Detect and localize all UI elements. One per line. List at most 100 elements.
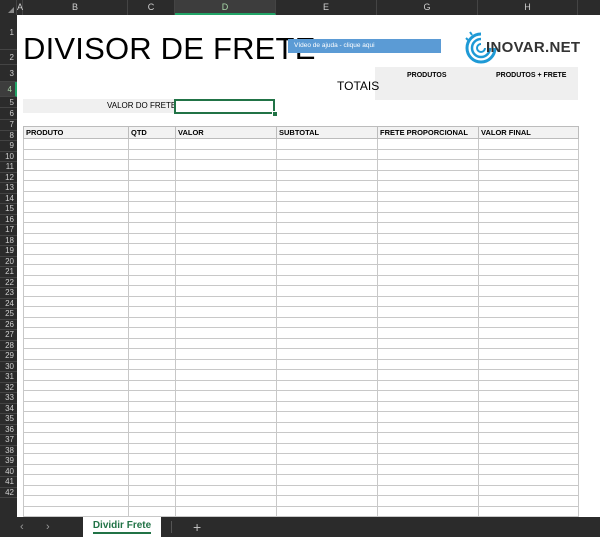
table-cell[interactable] (478, 253, 579, 265)
table-cell[interactable] (23, 264, 129, 276)
table-cell[interactable] (128, 337, 176, 349)
table-cell[interactable] (377, 148, 479, 160)
table-cell[interactable] (276, 442, 378, 454)
table-cell[interactable] (377, 379, 479, 391)
row-header-18[interactable]: 18 (0, 236, 17, 246)
table-cell[interactable] (23, 411, 129, 423)
table-cell[interactable] (377, 159, 479, 171)
table-cell[interactable] (478, 495, 579, 507)
table-cell[interactable] (175, 211, 277, 223)
table-cell[interactable] (377, 495, 479, 507)
table-cell[interactable] (128, 474, 176, 486)
table-cell[interactable] (175, 369, 277, 381)
table-cell[interactable] (175, 169, 277, 181)
table-cell[interactable] (478, 316, 579, 328)
table-cell[interactable] (175, 495, 277, 507)
row-header-19[interactable]: 19 (0, 246, 17, 257)
table-cell[interactable] (128, 411, 176, 423)
table-cell[interactable] (128, 505, 176, 517)
row-header-22[interactable]: 22 (0, 278, 17, 288)
prev-sheet-icon[interactable]: ‹ (20, 517, 24, 537)
table-cell[interactable] (276, 484, 378, 496)
table-cell[interactable] (377, 190, 479, 202)
table-cell[interactable] (175, 253, 277, 265)
table-cell[interactable] (276, 253, 378, 265)
table-cell[interactable] (377, 222, 479, 234)
table-cell[interactable] (175, 379, 277, 391)
table-cell[interactable] (377, 316, 479, 328)
header-subtotal[interactable]: SUBTOTAL (276, 126, 378, 139)
row-header-4[interactable]: 4 (0, 82, 17, 97)
table-cell[interactable] (128, 180, 176, 192)
header-valor[interactable]: VALOR (175, 126, 277, 139)
table-cell[interactable] (128, 243, 176, 255)
table-cell[interactable] (377, 264, 479, 276)
next-sheet-icon[interactable]: › (46, 517, 50, 537)
table-cell[interactable] (175, 138, 277, 150)
table-cell[interactable] (128, 274, 176, 286)
table-cell[interactable] (276, 211, 378, 223)
table-cell[interactable] (478, 463, 579, 475)
row-header-21[interactable]: 21 (0, 267, 17, 278)
row-header-38[interactable]: 38 (0, 446, 17, 456)
table-cell[interactable] (175, 264, 277, 276)
table-cell[interactable] (377, 243, 479, 255)
table-cell[interactable] (276, 400, 378, 412)
table-cell[interactable] (175, 243, 277, 255)
table-cell[interactable] (377, 201, 479, 213)
table-cell[interactable] (175, 505, 277, 517)
add-sheet-icon[interactable]: + (193, 517, 201, 537)
table-cell[interactable] (23, 201, 129, 213)
table-cell[interactable] (478, 442, 579, 454)
row-header-23[interactable]: 23 (0, 288, 17, 299)
table-cell[interactable] (478, 201, 579, 213)
row-header-27[interactable]: 27 (0, 330, 17, 341)
table-cell[interactable] (23, 232, 129, 244)
row-header-29[interactable]: 29 (0, 351, 17, 362)
row-header-16[interactable]: 16 (0, 215, 17, 225)
row-header-24[interactable]: 24 (0, 299, 17, 309)
table-cell[interactable] (478, 190, 579, 202)
table-cell[interactable] (23, 253, 129, 265)
column-header-c[interactable]: C (128, 0, 175, 15)
row-header-25[interactable]: 25 (0, 309, 17, 320)
table-cell[interactable] (23, 505, 129, 517)
help-video-button[interactable]: Vídeo de ajuda - clique aqui (288, 39, 441, 53)
table-cell[interactable] (23, 222, 129, 234)
table-cell[interactable] (175, 295, 277, 307)
table-cell[interactable] (128, 138, 176, 150)
row-header-1[interactable]: 1 (0, 15, 17, 50)
table-cell[interactable] (478, 169, 579, 181)
table-cell[interactable] (276, 348, 378, 360)
row-header-2[interactable]: 2 (0, 50, 17, 65)
table-cell[interactable] (175, 285, 277, 297)
table-cell[interactable] (478, 159, 579, 171)
table-cell[interactable] (128, 148, 176, 160)
table-cell[interactable] (276, 379, 378, 391)
table-cell[interactable] (175, 474, 277, 486)
table-cell[interactable] (478, 211, 579, 223)
table-cell[interactable] (276, 148, 378, 160)
table-cell[interactable] (23, 316, 129, 328)
table-cell[interactable] (377, 253, 479, 265)
table-cell[interactable] (23, 495, 129, 507)
table-cell[interactable] (377, 337, 479, 349)
table-cell[interactable] (377, 211, 479, 223)
row-header-39[interactable]: 39 (0, 456, 17, 467)
row-header-35[interactable]: 35 (0, 414, 17, 425)
row-header-28[interactable]: 28 (0, 341, 17, 351)
row-header-3[interactable]: 3 (0, 65, 17, 82)
row-header-11[interactable]: 11 (0, 162, 17, 173)
table-cell[interactable] (377, 442, 479, 454)
table-cell[interactable] (377, 421, 479, 433)
table-cell[interactable] (478, 285, 579, 297)
row-header-31[interactable]: 31 (0, 372, 17, 383)
table-cell[interactable] (175, 190, 277, 202)
row-header-7[interactable]: 7 (0, 120, 17, 131)
table-cell[interactable] (175, 411, 277, 423)
table-cell[interactable] (377, 453, 479, 465)
table-cell[interactable] (175, 327, 277, 339)
row-header-17[interactable]: 17 (0, 225, 17, 236)
table-cell[interactable] (377, 505, 479, 517)
header-valor-final[interactable]: VALOR FINAL (478, 126, 579, 139)
